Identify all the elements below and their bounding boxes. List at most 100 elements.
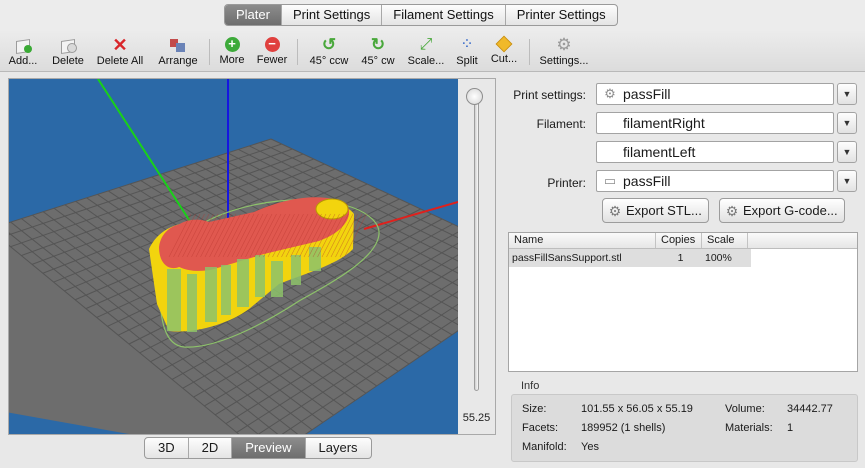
view-3d-button[interactable]: 3D: [145, 438, 189, 458]
filament-1-value: filamentRight: [623, 115, 705, 131]
tab-printer-settings[interactable]: Printer Settings: [506, 5, 617, 25]
tab-print-settings[interactable]: Print Settings: [282, 5, 383, 25]
fewer-button[interactable]: − Fewer: [254, 30, 290, 72]
split-button[interactable]: ⁘ Split: [453, 30, 481, 72]
print-settings-value: passFill: [623, 86, 671, 102]
cut-button-label: Cut...: [490, 53, 518, 65]
chevron-down-icon: ▼: [842, 89, 852, 99]
support-pillar: [205, 267, 217, 322]
filament-combo-1[interactable]: filamentRight: [596, 112, 834, 134]
materials-label: Materials:: [725, 422, 773, 434]
chevron-down-icon: ▼: [842, 147, 852, 157]
delete-all-button-label: Delete All: [96, 55, 144, 67]
row-copies: 1: [677, 252, 684, 264]
toolbar-separator: [529, 39, 530, 65]
plus-icon: +: [224, 37, 240, 52]
support-pillar: [309, 247, 321, 271]
add-object-icon: [14, 37, 32, 53]
chevron-down-icon: ▼: [842, 118, 852, 128]
printer-value: passFill: [623, 173, 671, 189]
view-layers-button[interactable]: Layers: [306, 438, 371, 458]
zoom-slider-area: 55.25: [458, 79, 495, 434]
export-stl-button[interactable]: ⚙ Export STL...: [602, 198, 709, 223]
manifold-label: Manifold:: [522, 441, 567, 453]
volume-value: 34442.77: [787, 403, 833, 415]
zoom-slider-track[interactable]: [474, 91, 479, 391]
object-list-header: Name Copies Scale: [509, 233, 857, 249]
delete-button-label: Delete: [52, 55, 84, 67]
more-button[interactable]: + More: [216, 30, 248, 72]
arrange-icon: [169, 37, 187, 53]
chevron-down-icon: ▼: [842, 176, 852, 186]
rotate-cw-button-label: 45° cw: [361, 55, 395, 67]
rotate-ccw-icon: ↺: [321, 35, 337, 54]
view-mode-selector: 3D 2D Preview Layers: [144, 437, 372, 459]
rotate-ccw-button[interactable]: ↺ 45° ccw: [305, 30, 353, 72]
delete-all-button[interactable]: ✕ Delete All: [93, 30, 147, 72]
filament-1-dropdown-button[interactable]: ▼: [837, 112, 857, 134]
printer-label: Printer:: [547, 176, 586, 190]
printer-combo[interactable]: ▭ passFill: [596, 170, 834, 192]
column-header-name[interactable]: Name: [509, 233, 656, 248]
printer-dropdown-button[interactable]: ▼: [837, 170, 857, 192]
row-name: passFillSansSupport.stl: [512, 252, 622, 264]
delete-button[interactable]: Delete: [48, 30, 88, 72]
minus-icon: −: [264, 37, 280, 52]
column-header-copies[interactable]: Copies: [656, 233, 702, 248]
manifold-value: Yes: [581, 441, 599, 453]
toolbar-separator: [209, 39, 210, 65]
rotate-cw-icon: ↻: [370, 35, 386, 54]
preview-canvas[interactable]: [9, 79, 458, 434]
tab-bar: Plater Print Settings Filament Settings …: [0, 0, 865, 30]
facets-value: 189952 (1 shells): [581, 422, 666, 434]
volume-label: Volume:: [725, 403, 765, 415]
filament-2-dropdown-button[interactable]: ▼: [837, 141, 857, 163]
column-header-scale[interactable]: Scale: [702, 233, 748, 248]
view-preview-button[interactable]: Preview: [232, 438, 306, 458]
scale-button[interactable]: ⤢ Scale...: [405, 30, 447, 72]
rotate-cw-button[interactable]: ↻ 45° cw: [358, 30, 398, 72]
split-icon: ⁘: [460, 36, 474, 53]
view-2d-button[interactable]: 2D: [189, 438, 233, 458]
zoom-slider-knob[interactable]: [466, 88, 483, 105]
row-scale: 100%: [705, 252, 732, 264]
toolbar-separator: [297, 39, 298, 65]
add-button[interactable]: Add...: [5, 30, 41, 72]
delete-object-icon: [59, 37, 77, 53]
info-panel: Size: 101.55 x 56.05 x 55.19 Volume: 344…: [511, 394, 858, 462]
print-settings-dropdown-button[interactable]: ▼: [837, 83, 857, 105]
rotate-ccw-button-label: 45° ccw: [309, 55, 349, 67]
settings-button[interactable]: ⚙ Settings...: [535, 30, 593, 72]
gear-icon: ⚙: [556, 35, 572, 54]
support-pillar: [221, 265, 231, 315]
scale-icon: ⤢: [419, 36, 433, 53]
3d-viewport[interactable]: [9, 79, 458, 434]
filament-label: Filament:: [536, 117, 586, 131]
print-settings-combo[interactable]: ⚙ passFill: [596, 83, 834, 105]
support-pillar: [271, 261, 283, 297]
scale-button-label: Scale...: [407, 55, 445, 67]
arrange-button-label: Arrange: [158, 55, 198, 67]
tab-filament-settings[interactable]: Filament Settings: [382, 5, 506, 25]
filament-combo-2[interactable]: filamentLeft: [596, 141, 834, 163]
selected-row-highlight: passFillSansSupport.stl 1 100%: [509, 249, 751, 267]
size-label: Size:: [522, 403, 547, 415]
printer-icon: ▭: [603, 173, 617, 188]
zoom-value: 55.25: [462, 412, 491, 424]
gear-icon: ⚙: [725, 202, 739, 219]
gear-icon: ⚙: [604, 86, 616, 101]
support-pillar: [291, 255, 301, 285]
table-row[interactable]: passFillSansSupport.stl 1 100%: [509, 249, 857, 267]
export-gcode-button[interactable]: ⚙ Export G-code...: [719, 198, 845, 223]
support-pillar: [237, 259, 249, 307]
gear-icon: ⚙: [608, 202, 622, 219]
tab-plater[interactable]: Plater: [225, 5, 282, 25]
facets-label: Facets:: [522, 422, 559, 434]
add-button-label: Add...: [8, 55, 38, 67]
cut-icon: [495, 35, 513, 53]
cut-button[interactable]: Cut...: [487, 30, 521, 72]
support-pillar: [187, 274, 197, 332]
arrange-button[interactable]: Arrange: [154, 30, 202, 72]
preview-panel: 55.25: [8, 78, 496, 435]
info-title: Info: [521, 380, 540, 392]
